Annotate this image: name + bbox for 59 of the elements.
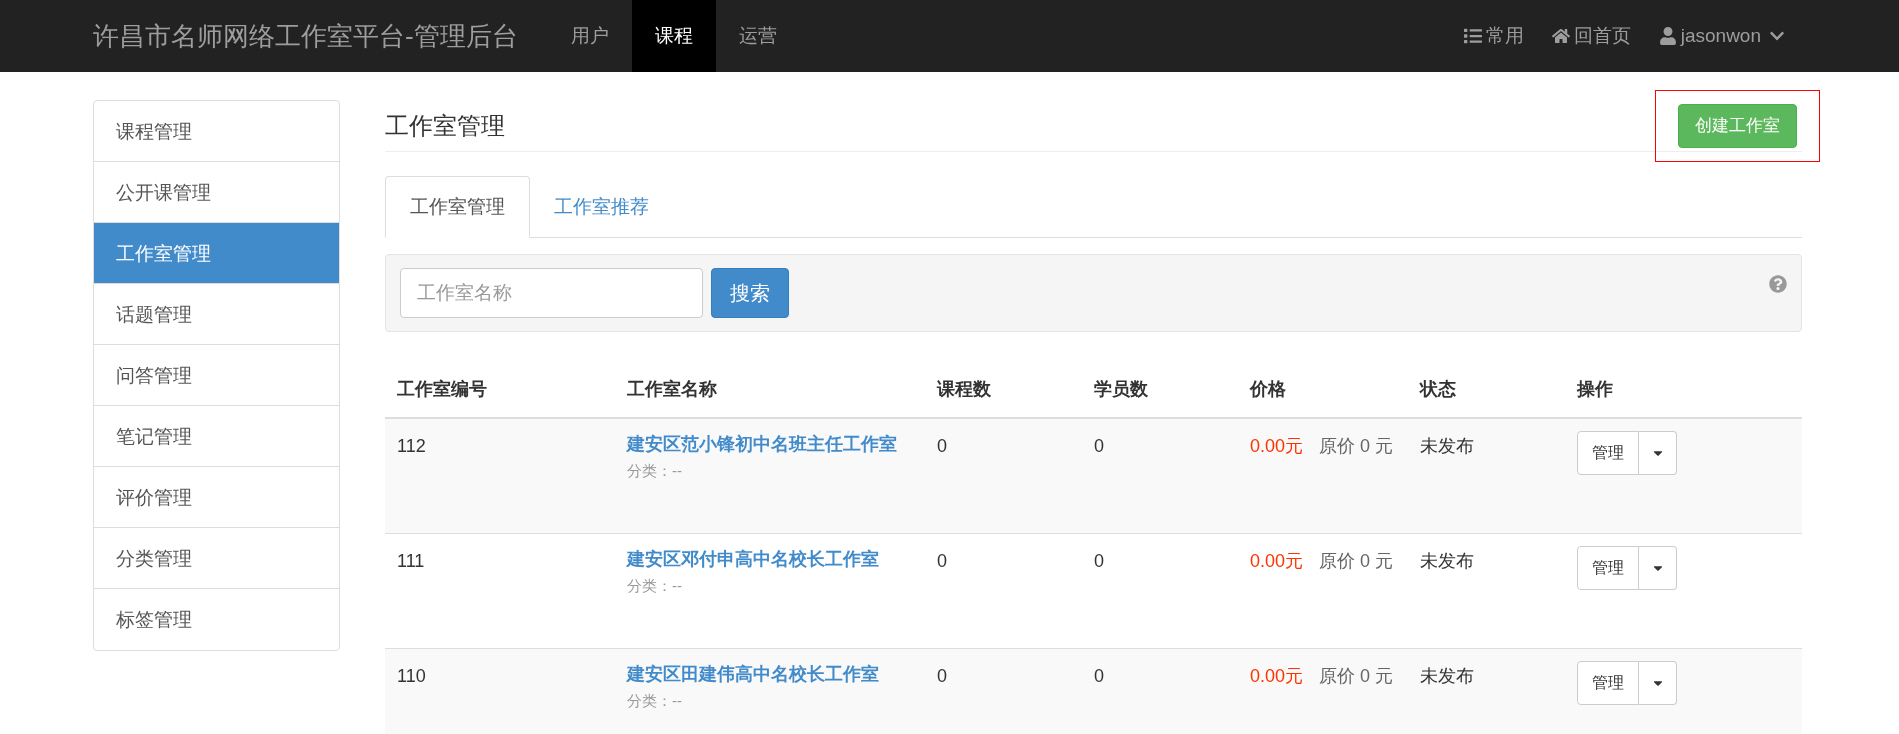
price-text: 0.00元	[1250, 436, 1304, 456]
nav-link[interactable]: jasonwon	[1644, 0, 1799, 72]
table-cell: 112	[397, 436, 426, 456]
sidebar-item[interactable]: 标签管理	[94, 589, 339, 650]
sidebar-item[interactable]: 话题管理	[94, 284, 339, 345]
price-text: 0.00元	[1250, 665, 1304, 686]
page-title: 工作室管理	[385, 110, 505, 141]
category-text: 分类：--	[627, 691, 682, 709]
dropdown-toggle[interactable]	[1639, 545, 1677, 590]
nav-link[interactable]: 回首页	[1537, 0, 1645, 72]
original-price-text: 原价 0 元	[1319, 436, 1394, 456]
studio-name-link[interactable]: 建安区邓付申高中名校长工作室	[627, 545, 913, 572]
manage-button[interactable]: 管理	[1577, 660, 1639, 705]
tab[interactable]: 工作室管理	[385, 176, 530, 238]
table-cell: 0	[937, 436, 947, 456]
sidebar-item[interactable]: 笔记管理	[94, 406, 339, 467]
original-price-text: 原价 0 元	[1319, 550, 1394, 571]
home-icon	[1551, 27, 1570, 45]
column-header: 操作	[1565, 362, 1802, 418]
search-button[interactable]: 搜索	[711, 268, 789, 318]
brand-title[interactable]: 许昌市名师网络工作室平台-管理后台	[93, 16, 518, 56]
column-header: 课程数	[925, 362, 1082, 418]
column-header: 工作室编号	[385, 362, 615, 418]
sidebar-item[interactable]: 分类管理	[94, 528, 339, 589]
table-cell: 0	[937, 550, 947, 571]
table-cell: 0	[1094, 436, 1104, 456]
tab[interactable]: 工作室推荐	[530, 176, 673, 238]
price-text: 0.00元	[1250, 550, 1304, 571]
help-icon[interactable]	[1769, 275, 1787, 293]
table-cell: 未发布	[1420, 665, 1474, 686]
manage-button[interactable]: 管理	[1577, 431, 1639, 475]
table-cell: 111	[397, 550, 425, 571]
nav-link[interactable]: 运营	[715, 0, 800, 72]
column-header: 工作室名称	[615, 362, 925, 418]
table-cell: 110	[397, 665, 426, 686]
category-text: 分类：--	[627, 462, 682, 479]
column-header: 价格	[1238, 362, 1408, 418]
sidebar-item[interactable]: 问答管理	[94, 345, 339, 406]
dropdown-toggle[interactable]	[1639, 660, 1677, 705]
table-cell: 未发布	[1420, 550, 1474, 571]
table-cell: 未发布	[1420, 436, 1474, 456]
dropdown-toggle[interactable]	[1639, 431, 1677, 475]
table-cell: 0	[1094, 665, 1104, 686]
nav-link[interactable]: 课程	[631, 0, 716, 72]
table-cell: 0	[937, 665, 947, 686]
sidebar-item[interactable]: 评价管理	[94, 467, 339, 528]
table-cell: 0	[1094, 550, 1104, 571]
column-header: 学员数	[1082, 362, 1238, 418]
column-header: 状态	[1408, 362, 1565, 418]
search-field[interactable]: 工作室名称	[400, 268, 703, 318]
category-text: 分类：--	[627, 576, 682, 594]
original-price-text: 原价 0 元	[1319, 665, 1394, 686]
nav-link[interactable]: 用户	[547, 0, 632, 72]
user-icon	[1658, 27, 1677, 45]
sidebar-item[interactable]: 工作室管理	[94, 223, 339, 284]
list-icon	[1463, 27, 1482, 45]
nav-link[interactable]: 常用	[1449, 0, 1538, 72]
manage-button[interactable]: 管理	[1577, 545, 1639, 590]
sidebar-item[interactable]: 课程管理	[94, 101, 339, 162]
